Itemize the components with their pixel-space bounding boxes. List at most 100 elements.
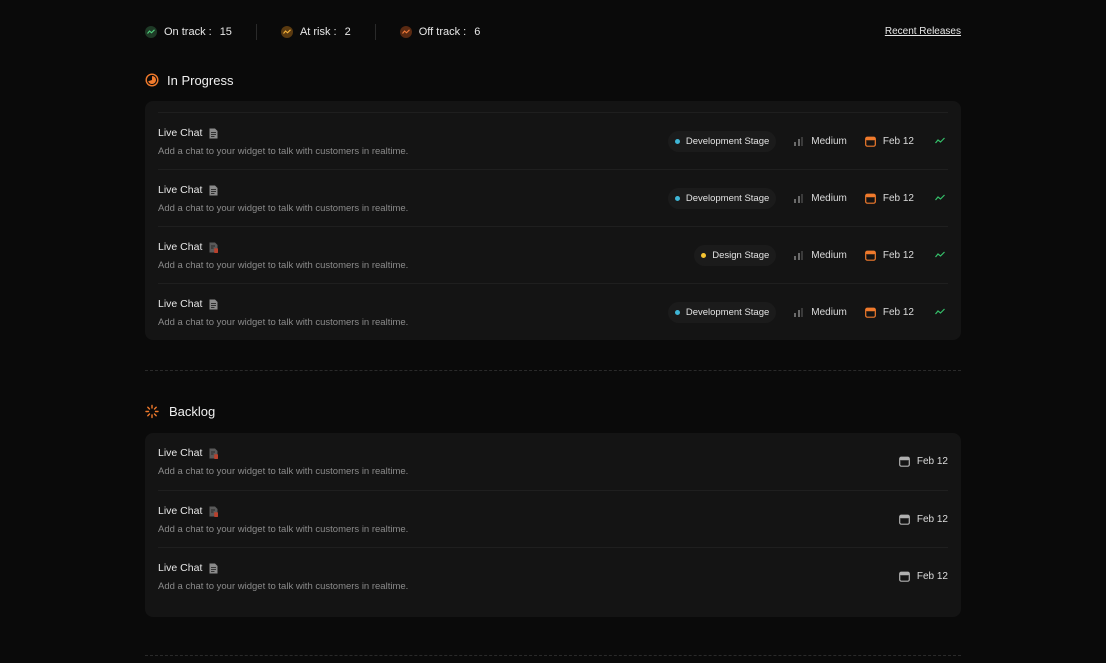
due-date-label: Feb 12	[916, 570, 948, 582]
stage-dot	[701, 252, 707, 258]
row-title-wrap: Live Chat	[158, 298, 218, 310]
release-row[interactable]: Live Chat Add a chat to your widget to ta…	[158, 433, 948, 490]
priority-label: Medium	[811, 192, 847, 204]
document-alert-icon[interactable]	[209, 242, 219, 253]
priority-bars-icon	[794, 193, 804, 203]
due-date[interactable]: Feb 12	[864, 192, 914, 204]
row-description: Add a chat to your widget to talk with c…	[158, 260, 409, 271]
due-date-label: Feb 12	[882, 192, 914, 204]
priority-indicator[interactable]: Medium	[794, 136, 847, 147]
row-description: Add a chat to your widget to talk with c…	[158, 203, 409, 214]
at-risk-label: At risk :	[299, 26, 337, 38]
recent-releases-link[interactable]: Recent Releases	[885, 26, 961, 37]
row-description: Add a chat to your widget to talk with c…	[158, 466, 409, 477]
stage-badge[interactable]: Design Stage	[694, 244, 777, 266]
trend-icon[interactable]	[932, 304, 948, 320]
row-title-wrap: Live Chat	[158, 505, 219, 517]
priority-indicator[interactable]: Medium	[794, 307, 847, 318]
row-description: Add a chat to your widget to talk with c…	[158, 317, 409, 328]
at-risk-stat[interactable]: At risk : 2	[280, 26, 351, 38]
in-progress-list: Live Chat Add a chat to your widget to ta…	[145, 101, 961, 340]
document-icon[interactable]	[209, 128, 218, 139]
priority-label: Medium	[811, 135, 847, 147]
row-description: Add a chat to your widget to talk with c…	[158, 146, 409, 157]
calendar-icon	[864, 307, 876, 318]
due-date-label: Feb 12	[916, 513, 948, 525]
document-icon[interactable]	[209, 185, 218, 196]
trend-icon[interactable]	[932, 133, 948, 149]
off-track-count: 6	[474, 26, 481, 38]
on-track-icon	[145, 26, 157, 38]
calendar-icon	[898, 514, 910, 525]
backlog-title: Backlog	[169, 403, 216, 419]
due-date-label: Feb 12	[916, 455, 948, 467]
row-title-wrap: Live Chat	[158, 127, 218, 139]
due-date[interactable]: Feb 12	[864, 249, 914, 261]
status-summary-bar: On track : 15 At risk : 2 Off track : 6 …	[145, 0, 961, 64]
release-row[interactable]: Live Chat Add a chat to your widget to ta…	[158, 169, 948, 226]
row-title-wrap: Live Chat	[158, 241, 219, 253]
priority-label: Medium	[811, 306, 847, 318]
release-row[interactable]: Live Chat Add a chat to your widget to ta…	[158, 547, 948, 604]
document-icon[interactable]	[209, 563, 218, 574]
row-title: Live Chat	[158, 298, 203, 310]
due-date[interactable]: Feb 12	[898, 455, 948, 467]
trend-icon[interactable]	[932, 190, 948, 206]
off-track-stat[interactable]: Off track : 6	[399, 26, 481, 38]
release-row[interactable]: Live Chat Add a chat to your widget to ta…	[158, 283, 948, 340]
calendar-icon	[898, 456, 910, 467]
row-meta: Feb 12	[881, 565, 948, 587]
calendar-icon	[864, 250, 876, 261]
due-date[interactable]: Feb 12	[864, 307, 914, 318]
backlog-header[interactable]: Backlog	[145, 395, 961, 427]
at-risk-icon	[280, 26, 293, 38]
release-row[interactable]: Live Chat Add a chat to your widget to ta…	[158, 490, 948, 547]
stage-label: Development Stage	[685, 135, 770, 147]
release-row[interactable]: Live Chat Add a chat to your widget to ta…	[158, 112, 948, 169]
due-date[interactable]: Feb 12	[864, 136, 914, 147]
row-title: Live Chat	[158, 447, 203, 459]
stage-badge[interactable]: Development Stage	[667, 301, 777, 323]
on-track-stat[interactable]: On track : 15	[145, 26, 232, 38]
row-meta: Feb 12	[881, 450, 948, 472]
row-title: Live Chat	[158, 127, 203, 139]
row-meta: Development Stage Medium Feb 12	[667, 130, 948, 152]
release-row[interactable]: Live Chat Add a chat to your widget to ta…	[158, 226, 948, 283]
stage-label: Development Stage	[685, 192, 770, 204]
row-description: Add a chat to your widget to talk with c…	[158, 581, 409, 592]
in-progress-header[interactable]: In Progress	[145, 64, 961, 96]
priority-bars-icon	[794, 250, 804, 260]
at-risk-count: 2	[344, 26, 351, 38]
row-meta: Design Stage Medium Feb 12	[694, 244, 948, 266]
calendar-icon	[898, 571, 910, 582]
document-icon[interactable]	[209, 299, 218, 310]
document-alert-icon[interactable]	[209, 506, 219, 517]
trend-icon[interactable]	[932, 247, 948, 263]
on-track-label: On track :	[164, 26, 212, 38]
document-alert-icon[interactable]	[209, 448, 219, 459]
priority-label: Medium	[811, 249, 847, 261]
priority-indicator[interactable]: Medium	[794, 250, 847, 261]
row-meta: Development Stage Medium Feb 12	[667, 187, 948, 209]
stage-dot	[674, 195, 680, 201]
stage-label: Design Stage	[712, 249, 770, 261]
stage-badge[interactable]: Development Stage	[667, 130, 777, 152]
row-title: Live Chat	[158, 505, 203, 517]
due-date-label: Feb 12	[882, 249, 914, 261]
due-date[interactable]: Feb 12	[898, 513, 948, 525]
due-date[interactable]: Feb 12	[898, 570, 948, 582]
section-divider	[145, 655, 961, 656]
priority-indicator[interactable]: Medium	[794, 193, 847, 204]
stat-divider	[374, 24, 376, 40]
stage-badge[interactable]: Development Stage	[667, 187, 777, 209]
row-title: Live Chat	[158, 562, 203, 574]
off-track-label: Off track :	[418, 26, 467, 38]
stage-label: Development Stage	[685, 306, 770, 318]
row-description: Add a chat to your widget to talk with c…	[158, 524, 409, 535]
calendar-icon	[864, 193, 876, 204]
calendar-icon	[864, 136, 876, 147]
off-track-icon	[399, 26, 412, 38]
section-divider	[145, 370, 961, 371]
stage-dot	[674, 138, 680, 144]
on-track-count: 15	[219, 26, 232, 38]
